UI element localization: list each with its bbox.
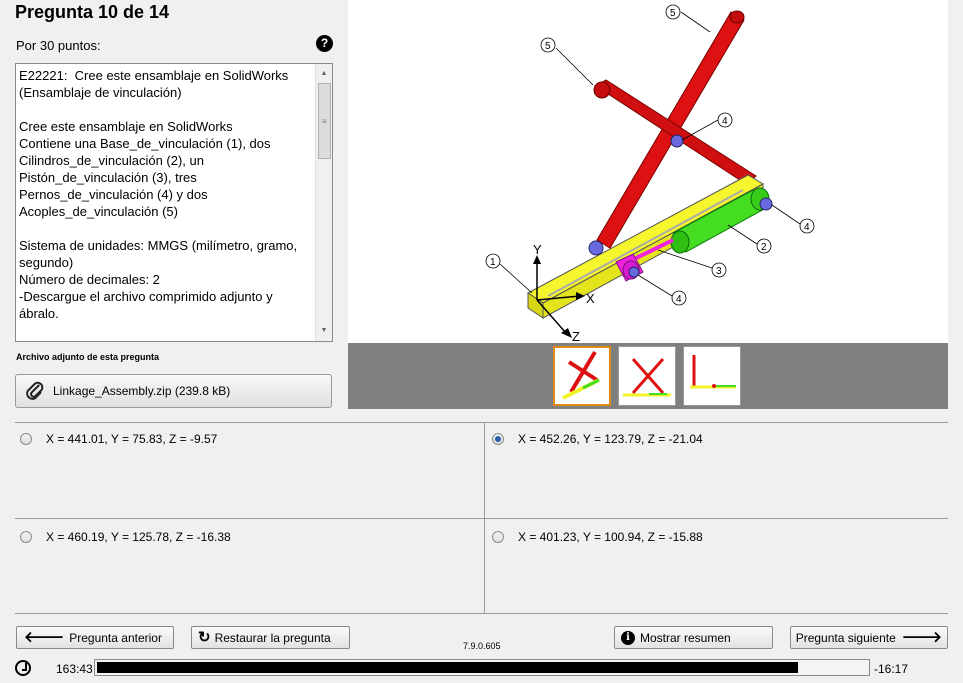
show-summary-button[interactable]: i Mostrar resumen — [614, 626, 773, 649]
attachment-label: Archivo adjunto de esta pregunta — [16, 352, 160, 362]
question-textbox[interactable]: E22221: Cree este ensamblaje en SolidWor… — [15, 63, 333, 342]
thumbnail-1[interactable] — [553, 346, 611, 406]
callout-label: 5 — [545, 41, 551, 52]
version-label: 7.9.0.605 — [463, 641, 501, 651]
scroll-grip-icon: ≡ — [322, 117, 327, 126]
callout-label: 4 — [804, 222, 810, 233]
arrow-left-icon: 🡐 — [24, 629, 65, 646]
divider — [15, 613, 948, 614]
choice-b-radio[interactable] — [492, 433, 504, 445]
callout-label: 4 — [722, 116, 728, 127]
base-top — [527, 174, 765, 304]
attachment-download-button[interactable]: Linkage_Assembly.zip (239.8 kB) — [15, 374, 332, 408]
paperclip-icon — [26, 381, 44, 400]
axis-z-label: Z — [572, 329, 580, 343]
thumbnail-1-preview — [562, 350, 600, 400]
reset-icon: ↻ — [198, 629, 211, 646]
callout-label: 5 — [670, 8, 676, 19]
page-title: Pregunta 10 de 14 — [15, 2, 170, 22]
link-end-left — [593, 81, 611, 99]
pin-piston — [628, 266, 640, 278]
choice-d[interactable]: X = 401.23, Y = 100.94, Z = -15.88 — [492, 530, 703, 544]
help-icon[interactable]: ? — [316, 35, 333, 52]
axis-x-label: X — [586, 291, 595, 306]
show-summary-label: Mostrar resumen — [640, 630, 731, 645]
pin-center — [670, 134, 684, 148]
previous-question-label: Pregunta anterior — [69, 630, 162, 645]
main-image: Y X Z 5 5 4 4 2 3 4 1 — [348, 0, 948, 344]
thumbnail-2[interactable] — [618, 346, 676, 406]
points-label: Por 30 puntos: — [16, 38, 101, 53]
answer-choices: X = 441.01, Y = 75.83, Z = -9.57 X = 452… — [15, 422, 948, 614]
scroll-down-arrow-icon[interactable]: ▼ — [316, 323, 332, 339]
attachment-filename: Linkage_Assembly.zip (239.8 kB) — [53, 384, 231, 398]
callout-label: 3 — [716, 266, 722, 277]
reset-question-label: Restaurar la pregunta — [214, 630, 331, 645]
previous-question-button[interactable]: 🡐 Pregunta anterior — [16, 626, 174, 649]
choice-b-label: X = 452.26, Y = 123.79, Z = -21.04 — [518, 432, 703, 446]
choice-c[interactable]: X = 460.19, Y = 125.78, Z = -16.38 — [20, 530, 231, 544]
reset-question-button[interactable]: ↻ Restaurar la pregunta — [191, 626, 350, 649]
choice-a-radio[interactable] — [20, 433, 32, 445]
divider — [15, 518, 948, 519]
link-end-top — [729, 10, 745, 24]
next-question-label: Pregunta siguiente — [795, 630, 896, 645]
choice-b[interactable]: X = 452.26, Y = 123.79, Z = -21.04 — [492, 432, 703, 446]
scroll-up-arrow-icon[interactable]: ▲ — [316, 66, 332, 82]
question-scrollbar[interactable]: ▲ ≡ ▼ — [315, 64, 332, 341]
linkage-assembly-figure: Y X Z 5 5 4 4 2 3 4 1 — [485, 4, 815, 344]
divider — [484, 422, 485, 614]
elapsed-time: 163:43 — [56, 662, 93, 676]
time-progress-bar — [94, 659, 870, 676]
scroll-thumb[interactable]: ≡ — [318, 83, 331, 159]
pin-right — [759, 197, 773, 211]
callout-label: 1 — [490, 257, 496, 268]
pin-left — [588, 240, 604, 256]
choice-a-label: X = 441.01, Y = 75.83, Z = -9.57 — [46, 432, 218, 446]
callout-label: 2 — [761, 242, 767, 253]
choice-c-radio[interactable] — [20, 531, 32, 543]
clock-icon — [15, 660, 31, 676]
thumbnail-3[interactable] — [683, 346, 741, 406]
choice-c-label: X = 460.19, Y = 125.78, Z = -16.38 — [46, 530, 231, 544]
image-viewer: Y X Z 5 5 4 4 2 3 4 1 — [348, 0, 948, 409]
info-icon: i — [621, 630, 635, 645]
choice-d-label: X = 401.23, Y = 100.94, Z = -15.88 — [518, 530, 703, 544]
cylinder-end — [670, 230, 690, 254]
divider — [15, 422, 948, 423]
link-short — [595, 79, 757, 185]
thumbnail-2-preview — [623, 358, 671, 397]
thumbnail-3-preview — [690, 355, 736, 389]
time-progress-fill — [97, 662, 798, 673]
choice-a[interactable]: X = 441.01, Y = 75.83, Z = -9.57 — [20, 432, 217, 446]
question-text: E22221: Cree este ensamblaje en SolidWor… — [19, 68, 298, 321]
next-question-button[interactable]: Pregunta siguiente 🡒 — [790, 626, 948, 649]
remaining-time: -16:17 — [874, 662, 909, 676]
axis-y-label: Y — [533, 242, 542, 257]
callout-label: 4 — [676, 294, 682, 305]
arrow-right-icon: 🡒 — [901, 629, 942, 646]
choice-d-radio[interactable] — [492, 531, 504, 543]
